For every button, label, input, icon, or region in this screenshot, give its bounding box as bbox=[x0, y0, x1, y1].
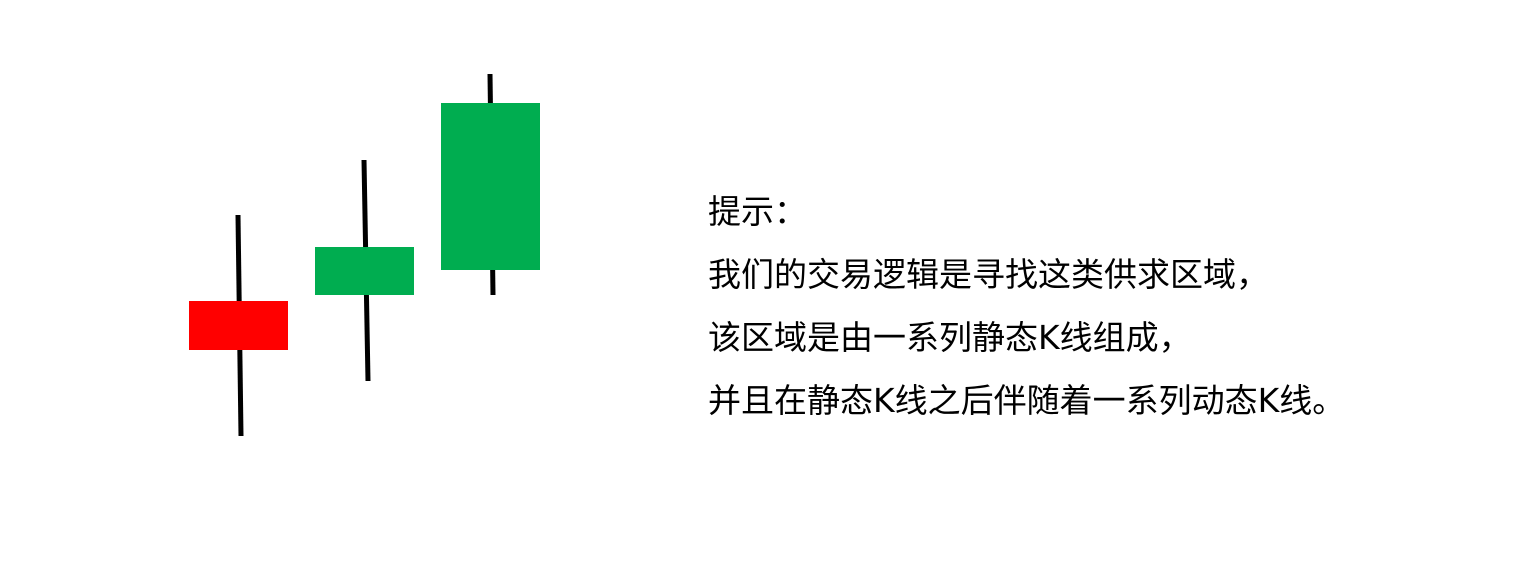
candle-2-body bbox=[315, 247, 414, 295]
hint-title: 提示： bbox=[708, 192, 807, 231]
hint-line-1: 我们的交易逻辑是寻找这类供求区域， bbox=[708, 255, 1269, 294]
hint-line-2: 该区域是由一系列静态K线组成， bbox=[708, 318, 1192, 357]
hint-text-block: 提示： 我们的交易逻辑是寻找这类供求区域， 该区域是由一系列静态K线组成， 并且… bbox=[708, 180, 1508, 432]
hint-line-3: 并且在静态K线之后伴随着一系列动态K线。 bbox=[708, 381, 1346, 420]
candle-3-body bbox=[441, 103, 540, 270]
candle-1-body bbox=[189, 301, 288, 350]
